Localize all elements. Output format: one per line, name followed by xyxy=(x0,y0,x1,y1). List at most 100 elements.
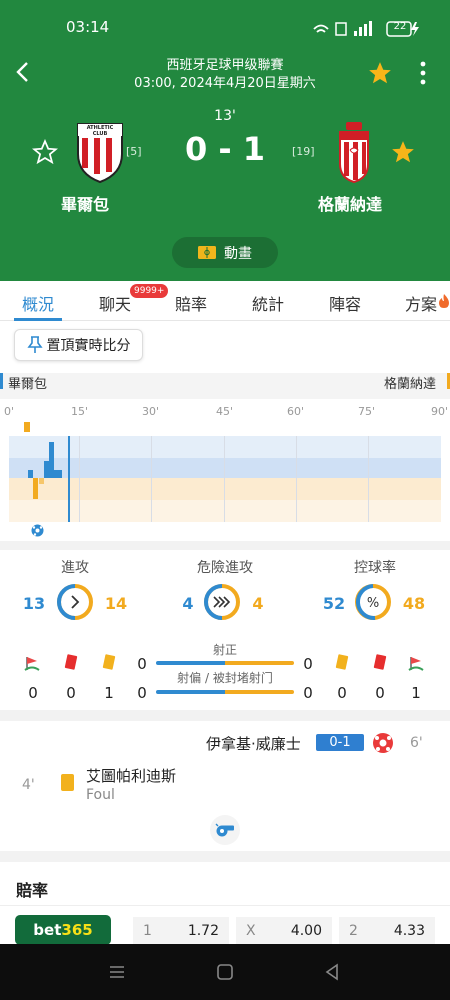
star-filled-icon xyxy=(369,62,391,84)
home-crest-text: ATHLETIC CLUB xyxy=(86,125,114,137)
dangerous-attack-ring xyxy=(204,584,240,620)
away-team-name[interactable]: 格蘭納達 xyxy=(300,191,400,215)
tab-bar: 概況 聊天 9999+ 賠率 統計 陣容 方案 xyxy=(0,281,450,321)
away-favorite-button[interactable] xyxy=(390,139,416,165)
more-menu-button[interactable] xyxy=(412,60,434,86)
momentum-home-label: 畢爾包 xyxy=(8,377,48,392)
home-band xyxy=(9,458,441,478)
menu-icon[interactable] xyxy=(108,963,126,981)
chat-count-badge: 9999+ xyxy=(130,284,169,298)
dangerous-attack-label: 危險進攻 xyxy=(197,560,253,576)
shots-off-away: 0 xyxy=(303,684,313,702)
grid-45 xyxy=(224,436,225,522)
pitch-icon xyxy=(198,246,216,259)
bet365-logo-bet: bet xyxy=(33,921,62,939)
card-event-minute: 4' xyxy=(22,777,35,793)
dangerous-attack-home: 4 xyxy=(182,594,194,613)
attack-home: 13 xyxy=(22,594,46,613)
grid-30 xyxy=(151,436,152,522)
shots-on-away-bar xyxy=(225,661,294,665)
odds-title: 賠率 xyxy=(16,881,49,900)
attack-away: 14 xyxy=(104,594,128,613)
momentum-event-marker xyxy=(24,422,30,432)
goal-event-player[interactable]: 伊拿基·威廉士 xyxy=(206,733,301,754)
star-outline-icon xyxy=(32,139,58,165)
tick-60: 60' xyxy=(287,405,305,418)
odds-draw[interactable]: X 4.00 xyxy=(236,917,332,945)
shots-on-home: 0 xyxy=(137,655,147,673)
whistle-button[interactable] xyxy=(210,815,240,845)
away-team-crest[interactable] xyxy=(336,120,372,184)
odds-draw-key: X xyxy=(246,923,256,939)
tick-30: 30' xyxy=(142,405,160,418)
tab-chat[interactable]: 聊天 xyxy=(99,291,131,315)
tick-15: 15' xyxy=(71,405,89,418)
goal-event-minute: 6' xyxy=(410,735,423,751)
away-corners: 1 xyxy=(411,684,421,702)
current-minute-line xyxy=(68,436,70,522)
tick-0: 0' xyxy=(4,405,15,418)
fire-icon xyxy=(439,294,449,308)
dangerous-attack-away: 4 xyxy=(252,594,264,613)
possession-home: 52 xyxy=(322,594,346,613)
pin-icon xyxy=(26,336,43,353)
attack-label: 進攻 xyxy=(61,560,89,576)
pin-label: 置頂實時比分 xyxy=(46,338,131,354)
tab-lineups[interactable]: 陣容 xyxy=(329,291,361,315)
home-icon[interactable] xyxy=(216,963,234,981)
pin-live-score-button[interactable]: 置頂實時比分 xyxy=(14,329,143,361)
bet365-logo[interactable]: bet 365 xyxy=(15,915,111,945)
back-icon[interactable] xyxy=(323,963,341,981)
grid-60 xyxy=(296,436,297,522)
away-red-cards: 0 xyxy=(375,684,385,702)
animation-button[interactable]: 動畫 xyxy=(172,237,278,268)
away-yellow-cards: 0 xyxy=(337,684,347,702)
animation-label: 動畫 xyxy=(224,245,252,262)
away-rank: [19] xyxy=(292,145,315,158)
odds-away[interactable]: 2 4.33 xyxy=(339,917,435,945)
whistle-icon xyxy=(215,823,234,837)
goal-event-score: 0-1 xyxy=(316,734,364,751)
odds-draw-value: 4.00 xyxy=(290,923,322,939)
possession-away: 48 xyxy=(402,594,426,613)
card-event-player[interactable]: 艾圖帕利迪斯 xyxy=(86,765,176,786)
tab-odds[interactable]: 賠率 xyxy=(175,291,207,315)
odds-home[interactable]: 1 1.72 xyxy=(133,917,229,945)
home-favorite-button[interactable] xyxy=(32,139,58,165)
svg-text:%: % xyxy=(367,596,379,611)
tab-stats[interactable]: 統計 xyxy=(252,291,284,315)
odds-divider xyxy=(0,905,450,906)
goal-ball-icon xyxy=(31,524,44,537)
tick-90: 90' xyxy=(431,405,449,418)
tab-overview[interactable]: 概況 xyxy=(22,291,54,315)
shots-off-home: 0 xyxy=(137,684,147,702)
grid-15 xyxy=(79,436,80,522)
card-event-detail: Foul xyxy=(86,787,115,803)
home-corners: 0 xyxy=(28,684,38,702)
momentum-bar-h1 xyxy=(28,470,33,478)
tab-plans[interactable]: 方案 xyxy=(405,291,437,315)
shots-off-label: 射偏 / 被封堵射门 xyxy=(177,671,273,685)
momentum-bar-a2 xyxy=(39,478,44,484)
match-datetime: 03:00, 2024年4月20日星期六 xyxy=(134,76,316,91)
home-band-light xyxy=(9,436,441,458)
possession-label: 控球率 xyxy=(354,560,396,576)
possession-ring: % xyxy=(355,584,391,621)
home-team-name[interactable]: 畢爾包 xyxy=(40,191,130,215)
battery-level: 22 xyxy=(393,21,407,32)
tick-75: 75' xyxy=(358,405,376,418)
home-team-crest[interactable]: ATHLETIC CLUB xyxy=(74,120,126,184)
attack-ring xyxy=(57,584,93,620)
football-icon xyxy=(373,733,393,753)
grid-75 xyxy=(368,436,369,522)
home-rank: [5] xyxy=(126,145,142,158)
match-minute: 13' xyxy=(214,108,236,124)
league-name: 西班牙足球甲级聯賽 xyxy=(166,58,284,73)
momentum-team-bar xyxy=(0,373,450,399)
back-button[interactable] xyxy=(10,58,38,86)
momentum-away-label: 格蘭納達 xyxy=(384,377,437,392)
yellow-card-icon xyxy=(61,774,74,791)
favorite-button[interactable] xyxy=(367,60,393,86)
home-marker xyxy=(0,373,3,389)
status-icons: 22 xyxy=(312,20,420,42)
